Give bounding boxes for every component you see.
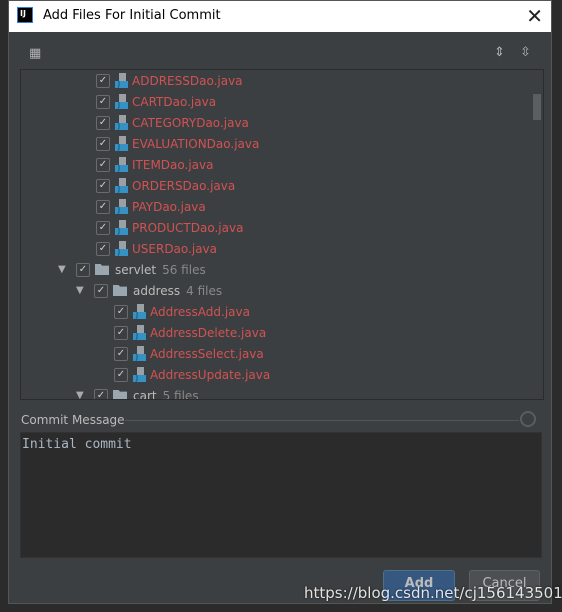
file-name: AddressSelect.java: [150, 346, 264, 361]
checkbox-checked[interactable]: ✓: [94, 388, 108, 399]
group-by-icon[interactable]: ▦: [29, 46, 41, 61]
file-name: EVALUATIONDao.java: [132, 136, 260, 151]
folder-icon: [113, 285, 127, 296]
file-name: CATEGORYDao.java: [132, 115, 249, 130]
folder-name: cart: [133, 388, 157, 400]
file-row[interactable]: ✓ ADDRESSDao.java: [96, 70, 243, 91]
expand-arrow-icon[interactable]: ▼: [76, 390, 86, 399]
file-row[interactable]: ✓ AddressAdd.java: [114, 301, 250, 322]
file-name: ADDRESSDao.java: [132, 73, 243, 88]
checkbox-checked[interactable]: ✓: [114, 304, 128, 319]
file-row[interactable]: ✓ PAYDao.java: [96, 196, 206, 217]
expand-arrow-icon[interactable]: ▼: [76, 285, 86, 296]
file-row[interactable]: ✓ CATEGORYDao.java: [96, 112, 249, 133]
folder-row[interactable]: ▼ ✓ servlet 56 files: [58, 259, 206, 280]
file-name: CARTDao.java: [132, 94, 217, 109]
file-tree[interactable]: ✓ ADDRESSDao.java ✓ CARTDao.java ✓ CATEGORYDa…: [20, 69, 544, 400]
tree-scrollbar[interactable]: [533, 94, 541, 120]
checkbox-checked[interactable]: ✓: [114, 325, 128, 340]
file-row[interactable]: ✓ AddressDelete.java: [114, 322, 266, 343]
checkbox-checked[interactable]: ✓: [96, 94, 110, 109]
java-file-icon: [115, 115, 128, 130]
java-file-icon: [133, 325, 146, 340]
folder-row[interactable]: ▼ ✓ address 4 files: [76, 280, 222, 301]
java-file-icon: [133, 304, 146, 319]
file-row[interactable]: ✓ ORDERSDao.java: [96, 175, 235, 196]
java-file-icon: [115, 136, 128, 151]
checkbox-checked[interactable]: ✓: [96, 199, 110, 214]
folder-name: servlet: [115, 262, 157, 277]
checkbox-checked[interactable]: ✓: [96, 115, 110, 130]
file-row[interactable]: ✓ AddressUpdate.java: [114, 364, 270, 385]
close-icon[interactable]: ✕: [526, 4, 543, 28]
file-name: PRODUCTDao.java: [132, 220, 244, 235]
add-files-dialog: IJ Add Files For Initial Commit ✕ ▦ ⇕ ⇳ …: [8, 0, 552, 604]
folder-icon: [95, 264, 109, 275]
commit-message-input[interactable]: Initial commit: [20, 432, 542, 558]
file-count: 56 files: [162, 262, 206, 277]
watermark: https://blog.csdn.net/cj1561435010: [304, 584, 562, 602]
file-name: AddressDelete.java: [150, 325, 267, 340]
checkbox-checked[interactable]: ✓: [96, 178, 110, 193]
java-file-icon: [115, 220, 128, 235]
java-file-icon: [115, 94, 128, 109]
java-file-icon: [115, 241, 128, 256]
file-name: ITEMDao.java: [132, 157, 214, 172]
file-row[interactable]: ✓ USERDao.java: [96, 238, 217, 259]
file-row[interactable]: ✓ PRODUCTDao.java: [96, 217, 243, 238]
file-count: 5 files: [162, 388, 199, 400]
java-file-icon: [133, 367, 146, 382]
file-row[interactable]: ✓ CARTDao.java: [96, 91, 216, 112]
file-count: 4 files: [186, 283, 223, 298]
expand-all-icon[interactable]: ⇕: [494, 45, 505, 60]
java-file-icon: [133, 346, 146, 361]
java-file-icon: [115, 157, 128, 172]
dialog-title: Add Files For Initial Commit: [43, 8, 221, 23]
expand-arrow-icon[interactable]: ▼: [58, 264, 68, 275]
checkbox-checked[interactable]: ✓: [96, 241, 110, 256]
file-row[interactable]: ✓ AddressSelect.java: [114, 343, 264, 364]
file-row[interactable]: ✓ EVALUATIONDao.java: [96, 133, 259, 154]
separator: [125, 420, 519, 421]
folder-name: address: [133, 283, 181, 298]
intellij-logo-icon: IJ: [17, 7, 33, 23]
checkbox-checked[interactable]: ✓: [114, 367, 128, 382]
checkbox-checked[interactable]: ✓: [96, 73, 110, 88]
file-row[interactable]: ✓ ITEMDao.java: [96, 154, 214, 175]
checkbox-checked[interactable]: ✓: [114, 346, 128, 361]
java-file-icon: [115, 73, 128, 88]
checkbox-checked[interactable]: ✓: [96, 157, 110, 172]
checkbox-checked[interactable]: ✓: [96, 136, 110, 151]
folder-icon: [113, 390, 127, 399]
file-name: PAYDao.java: [132, 199, 206, 214]
collapse-all-icon[interactable]: ⇳: [520, 45, 531, 60]
checkbox-checked[interactable]: ✓: [76, 262, 90, 277]
file-name: AddressAdd.java: [150, 304, 250, 319]
java-file-icon: [115, 178, 128, 193]
checkbox-checked[interactable]: ✓: [94, 283, 108, 298]
commit-message-label: Commit Message: [21, 413, 125, 427]
file-name: AddressUpdate.java: [150, 367, 271, 382]
title-bar: IJ Add Files For Initial Commit ✕: [9, 1, 551, 32]
file-name: ORDERSDao.java: [132, 178, 236, 193]
java-file-icon: [115, 199, 128, 214]
file-name: USERDao.java: [132, 241, 218, 256]
checkbox-checked[interactable]: ✓: [96, 220, 110, 235]
folder-row[interactable]: ▼ ✓ cart 5 files: [76, 385, 199, 400]
history-clock-icon[interactable]: [520, 411, 536, 427]
